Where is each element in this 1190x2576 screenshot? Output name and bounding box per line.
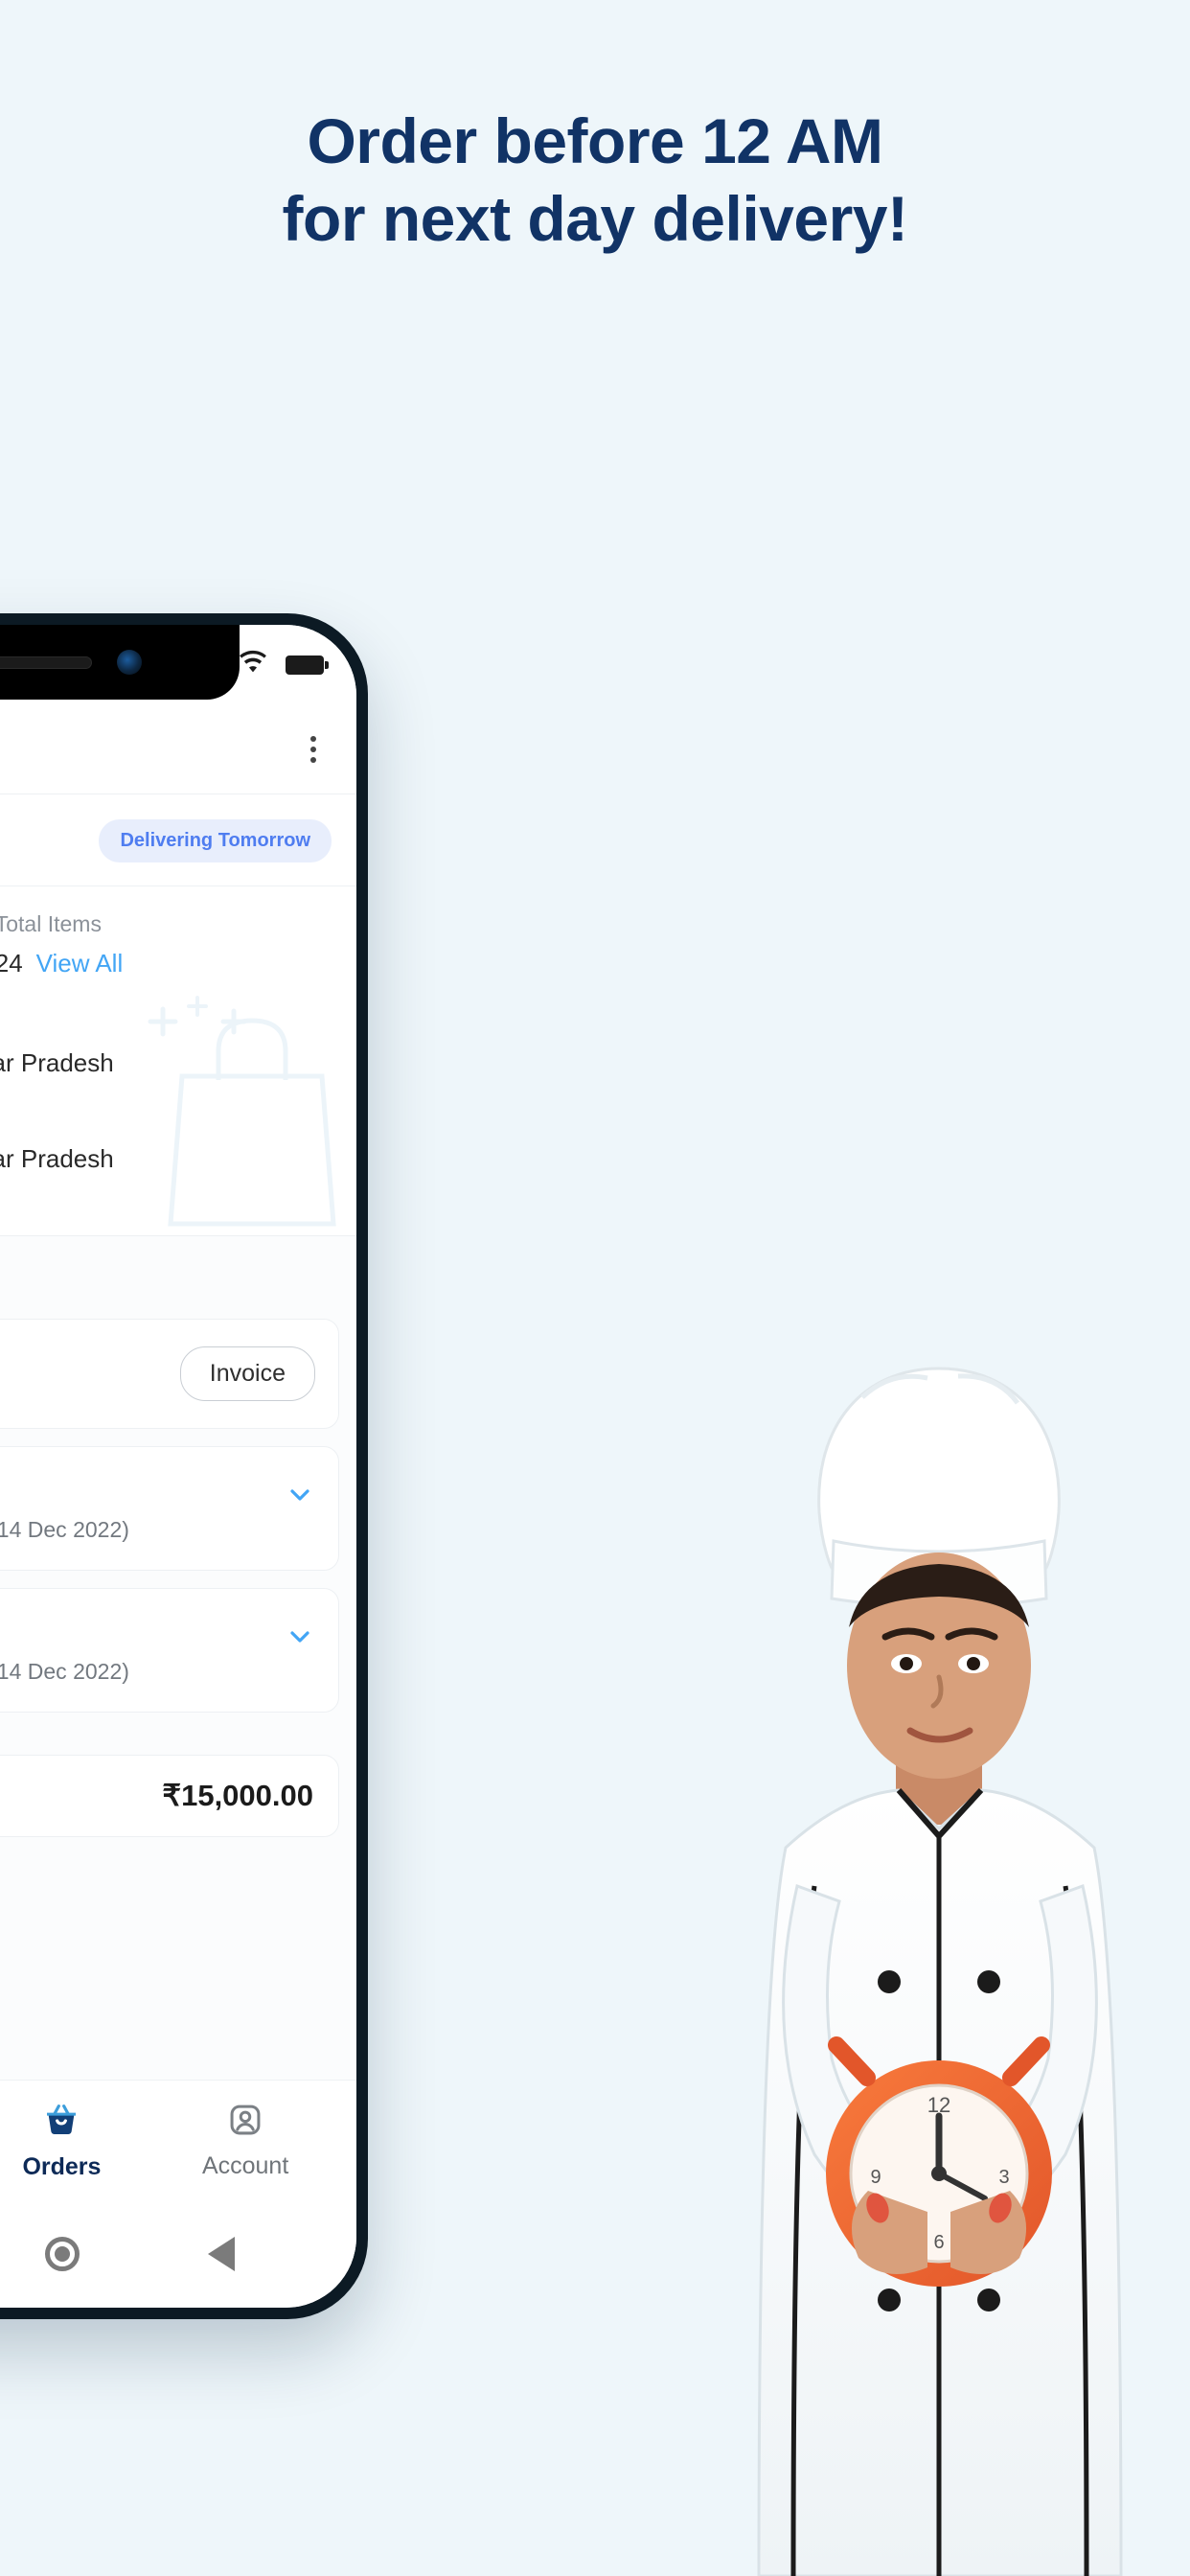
nav-item-orders[interactable]: Orders	[4, 2101, 119, 2181]
shipment-row-delivered[interactable]: Delivered Invoice	[0, 1319, 339, 1429]
shipment-status-label: Packed	[0, 1618, 263, 1649]
billing-address-label: dress	[0, 1107, 332, 1133]
order-total-amount: ₹15,000.00	[162, 1779, 313, 1812]
svg-text:3: 3	[998, 2167, 1009, 2188]
shipment-status-label: Delivered	[0, 1348, 159, 1380]
order-meta-row: on 22, 11:45 PM Total Items 24 View All	[0, 911, 332, 978]
order-details-body: on 22, 11:45 PM Total Items 24 View All	[0, 886, 356, 1235]
screen-content: ls Delivering Tomorrow on 22, 11:45 PM T…	[0, 794, 356, 2110]
phone-notch	[0, 625, 240, 700]
shipping-address-label: Address	[0, 1011, 332, 1037]
phone-mockup: r ID : 4456 ls Delivering Tomorrow	[0, 613, 368, 2319]
headline-line-2: for next day delivery!	[282, 183, 908, 255]
shipment-row-packed[interactable]: Packed (Delivery by 14 Dec 2022)	[0, 1588, 339, 1713]
shipments-section-title: 4)	[0, 1236, 356, 1319]
chef-photo: 12 3 6 9	[671, 1311, 1190, 2576]
order-details-card: ls Delivering Tomorrow on 22, 11:45 PM T…	[0, 794, 356, 1236]
earpiece-speaker-icon	[0, 656, 92, 669]
shipment-status-label: In Transit	[0, 1476, 263, 1507]
kebab-menu-icon[interactable]	[301, 728, 326, 770]
nav-label-orders: Orders	[22, 2152, 102, 2180]
nav-item-account[interactable]: Account	[188, 2102, 303, 2180]
status-badge: Delivering Tomorrow	[99, 819, 332, 862]
shipment-delivery-date: (Delivery by 14 Dec 2022)	[0, 1659, 129, 1684]
wifi-icon	[234, 649, 272, 682]
total-items-label: Total Items	[0, 911, 102, 936]
invoice-button[interactable]: Invoice	[179, 1346, 315, 1401]
triangle-icon[interactable]	[208, 2237, 235, 2271]
billing-address-field: dress ctor 19, Noida, Uttar Pradesh	[0, 1107, 332, 1174]
person-icon	[227, 2102, 263, 2143]
promo-banner: Order before 12 AM for next day delivery…	[0, 0, 1190, 2576]
order-details-header: ls Delivering Tomorrow	[0, 794, 356, 886]
svg-text:9: 9	[870, 2167, 881, 2188]
billing-address-value: ctor 19, Noida, Uttar Pradesh	[0, 1144, 114, 1173]
shipping-address-field: Address ctor 19, Noida, Uttar Pradesh	[0, 1011, 332, 1078]
chevron-down-icon[interactable]	[285, 1474, 315, 1516]
shipment-delivery-date: (Delivery by 14 Dec 2022)	[0, 1517, 129, 1542]
total-items-field: Total Items 24 View All	[0, 911, 123, 978]
order-total-card: ₹15,000.00	[0, 1755, 339, 1837]
headline-line-1: Order before 12 AM	[307, 105, 883, 176]
app-header: r ID : 4456	[0, 705, 356, 794]
svg-text:12: 12	[927, 2093, 950, 2117]
total-items-value: 24	[0, 949, 23, 978]
chevron-down-icon[interactable]	[285, 1616, 315, 1658]
bottom-navigation: Categories Orders	[0, 2080, 356, 2200]
view-all-link[interactable]: View All	[36, 949, 124, 978]
svg-text:6: 6	[933, 2232, 944, 2253]
android-system-nav	[0, 2200, 356, 2308]
circle-icon[interactable]	[45, 2237, 80, 2271]
front-camera-icon	[117, 650, 142, 675]
phone-screen: r ID : 4456 ls Delivering Tomorrow	[0, 625, 356, 2308]
shipment-row-in-transit[interactable]: In Transit (Delivery by 14 Dec 2022)	[0, 1446, 339, 1571]
nav-label-account: Account	[201, 2151, 289, 2179]
battery-icon	[286, 656, 329, 675]
page-title: Order before 12 AM for next day delivery…	[0, 105, 1190, 255]
basket-icon	[42, 2101, 80, 2144]
shipping-address-value: ctor 19, Noida, Uttar Pradesh	[0, 1048, 114, 1077]
